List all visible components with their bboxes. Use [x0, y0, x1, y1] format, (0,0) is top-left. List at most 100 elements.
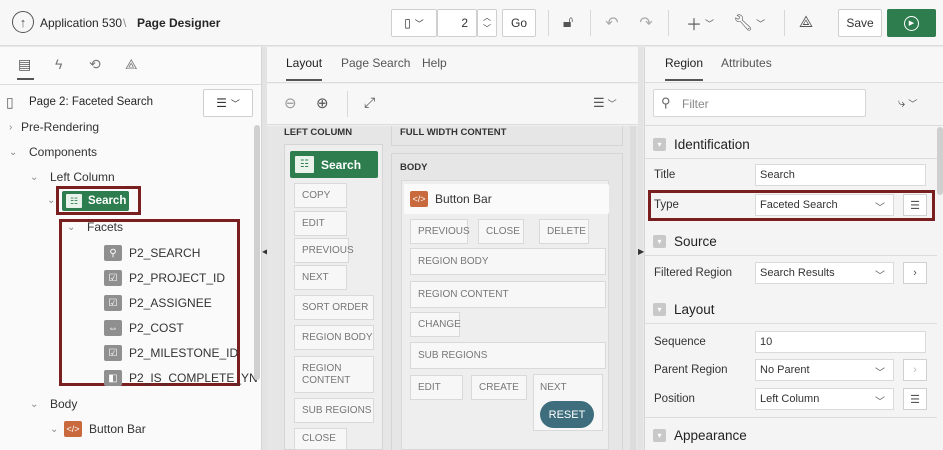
- chevron-right-icon[interactable]: ›: [9, 122, 21, 133]
- section-identification-header[interactable]: ▾ Identification: [645, 130, 937, 158]
- facet-item[interactable]: ⚲ P2_SEARCH: [104, 241, 200, 265]
- tree-node-pre-rendering[interactable]: › Pre-Rendering: [9, 115, 99, 139]
- dynamic-actions-lightning-icon[interactable]: ϟ: [55, 56, 62, 72]
- parent-region-select[interactable]: No Parent ﹀: [755, 359, 894, 381]
- slot-close[interactable]: CLOSE: [478, 219, 524, 244]
- chevron-down-icon[interactable]: ⌄: [9, 147, 21, 158]
- tree-scrollbar[interactable]: [254, 125, 260, 380]
- tab-page-search[interactable]: Page Search: [341, 56, 410, 70]
- slot-create[interactable]: CREATE: [471, 375, 527, 400]
- type-list-button[interactable]: ☰: [903, 194, 927, 216]
- facet-item[interactable]: ☑ P2_MILESTONE_ID: [104, 341, 238, 365]
- position-select[interactable]: Left Column ﹀: [755, 388, 894, 410]
- collapse-chevron-icon[interactable]: ▾: [653, 234, 666, 248]
- slot-copy[interactable]: COPY: [294, 183, 347, 208]
- app-name-link[interactable]: Application 530: [40, 16, 122, 30]
- tree-node-components[interactable]: ⌄ Components: [9, 140, 97, 164]
- page-stepper[interactable]: ︿ ﹀: [477, 9, 497, 37]
- zoom-out-icon[interactable]: ⊖: [284, 94, 297, 112]
- button-bar-region-block[interactable]: </> Button Bar: [404, 184, 609, 214]
- step-down-icon[interactable]: ﹀: [483, 23, 491, 34]
- tree-node-search-selected[interactable]: ☷ Search: [62, 191, 129, 211]
- tab-attributes[interactable]: Attributes: [721, 56, 772, 70]
- collapse-chevron-icon[interactable]: ▾: [653, 302, 666, 316]
- tree-node-facets[interactable]: ⌄ Facets: [67, 215, 123, 239]
- section-appearance-header[interactable]: ▾ Appearance: [645, 421, 937, 449]
- layout-tabs-bar: [267, 47, 638, 83]
- slot-previous[interactable]: PREVIOUS: [410, 219, 470, 244]
- shared-components-icon[interactable]: ⟁: [794, 9, 818, 37]
- slot-sort-order[interactable]: SORT ORDER: [294, 295, 374, 320]
- app-home-icon[interactable]: ↑: [12, 11, 34, 33]
- slot-region-content[interactable]: REGION CONTENT: [410, 281, 606, 308]
- tree-node-button-bar[interactable]: ⌄ </> Button Bar: [50, 417, 146, 441]
- sequence-input[interactable]: 10: [755, 331, 926, 353]
- slot-sub-regions[interactable]: SUB REGIONS: [410, 342, 606, 369]
- facet-item[interactable]: ⇔ P2_COST: [104, 316, 184, 340]
- lock-icon[interactable]: 🔓︎: [556, 9, 580, 37]
- facet-item[interactable]: ◧ P2_IS_COMPLETE_YN: [104, 366, 258, 390]
- tab-layout[interactable]: Layout: [286, 56, 323, 81]
- chevron-down-icon[interactable]: ⌄: [47, 195, 55, 206]
- parent-region-goto-button[interactable]: ›: [903, 359, 927, 381]
- tree-node-body[interactable]: ⌄ Body: [30, 392, 77, 416]
- layout-menu-button[interactable]: ☰ ﹀: [593, 95, 617, 111]
- run-page-button[interactable]: ▶: [887, 9, 936, 37]
- toolbar-divider: [347, 91, 348, 117]
- save-button[interactable]: Save: [838, 9, 882, 37]
- tab-help[interactable]: Help: [422, 56, 447, 70]
- go-button[interactable]: Go: [502, 9, 536, 37]
- slot-region-body[interactable]: REGION BODY: [410, 248, 606, 275]
- processing-cycle-icon[interactable]: ⟲: [89, 56, 101, 73]
- collapse-chevron-icon[interactable]: ▾: [653, 428, 666, 442]
- search-region-block[interactable]: ☷ Search: [290, 151, 378, 178]
- top-toolbar: ↑ Application 530 \ Page Designer ▯ ﹀ 2 ︿…: [0, 0, 943, 46]
- layout-scrollbar[interactable]: [630, 126, 636, 450]
- slot-region-content[interactable]: REGION CONTENT: [294, 356, 374, 393]
- section-layout-header[interactable]: ▾ Layout: [645, 295, 937, 323]
- section-source-header[interactable]: ▾ Source: [645, 227, 937, 255]
- filter-input-wrapper[interactable]: ⚲ Filter: [653, 89, 866, 117]
- property-scrollbar[interactable]: [937, 127, 943, 195]
- expand-icon[interactable]: ⤢: [364, 94, 375, 111]
- page-select-button[interactable]: ▯ ﹀: [391, 9, 437, 37]
- position-list-button[interactable]: ☰: [903, 388, 927, 410]
- right-splitter[interactable]: ▶: [638, 47, 644, 450]
- chevron-down-icon[interactable]: ⌄: [30, 399, 42, 410]
- page-title[interactable]: Page 2: Faceted Search: [29, 96, 153, 108]
- utilities-wrench-icon[interactable]: 🔧︎ ﹀: [732, 9, 766, 37]
- slot-edit[interactable]: EDIT: [410, 375, 463, 400]
- slot-sub-regions[interactable]: SUB REGIONS: [294, 398, 374, 423]
- tab-region[interactable]: Region: [665, 56, 704, 81]
- type-select[interactable]: Faceted Search ﹀: [755, 194, 894, 216]
- chevron-down-icon[interactable]: ⌄: [50, 424, 62, 435]
- slot-edit[interactable]: EDIT: [294, 211, 347, 236]
- redo-icon[interactable]: ↷: [634, 9, 658, 37]
- rendering-tab-icon[interactable]: ▤: [18, 56, 31, 73]
- slot-previous[interactable]: PREVIOUS: [294, 238, 354, 263]
- slot-region-body[interactable]: REGION BODY: [294, 325, 374, 350]
- step-up-icon[interactable]: ︿: [483, 12, 491, 23]
- tree-menu-button[interactable]: ☰ ﹀: [203, 89, 253, 117]
- slot-change[interactable]: CHANGE: [410, 312, 461, 337]
- undo-icon[interactable]: ↶: [600, 9, 624, 37]
- chevron-down-icon[interactable]: ⌄: [67, 222, 79, 233]
- facet-item[interactable]: ☑ P2_ASSIGNEE: [104, 291, 212, 315]
- filter-input[interactable]: Filter: [682, 97, 709, 111]
- go-to-group-button[interactable]: ⤷ ﹀: [898, 95, 917, 111]
- filtered-region-select[interactable]: Search Results ﹀: [755, 262, 894, 284]
- full-width-slot[interactable]: [391, 126, 623, 146]
- reset-button[interactable]: RESET: [540, 401, 594, 428]
- collapse-chevron-icon[interactable]: ▾: [653, 137, 666, 151]
- chevron-down-icon[interactable]: ⌄: [30, 172, 42, 183]
- page-number-input[interactable]: 2: [437, 9, 477, 37]
- shared-components-tab-icon[interactable]: ⟁: [125, 56, 138, 73]
- facet-item[interactable]: ☑ P2_PROJECT_ID: [104, 266, 225, 290]
- filtered-region-goto-button[interactable]: ›: [903, 262, 927, 284]
- slot-next[interactable]: NEXT: [294, 265, 347, 290]
- create-menu-button[interactable]: ＋ ﹀: [684, 9, 716, 37]
- slot-close[interactable]: CLOSE: [294, 428, 347, 450]
- title-input[interactable]: Search: [755, 164, 926, 186]
- zoom-in-icon[interactable]: ⊕: [316, 94, 329, 112]
- slot-delete[interactable]: DELETE: [539, 219, 589, 244]
